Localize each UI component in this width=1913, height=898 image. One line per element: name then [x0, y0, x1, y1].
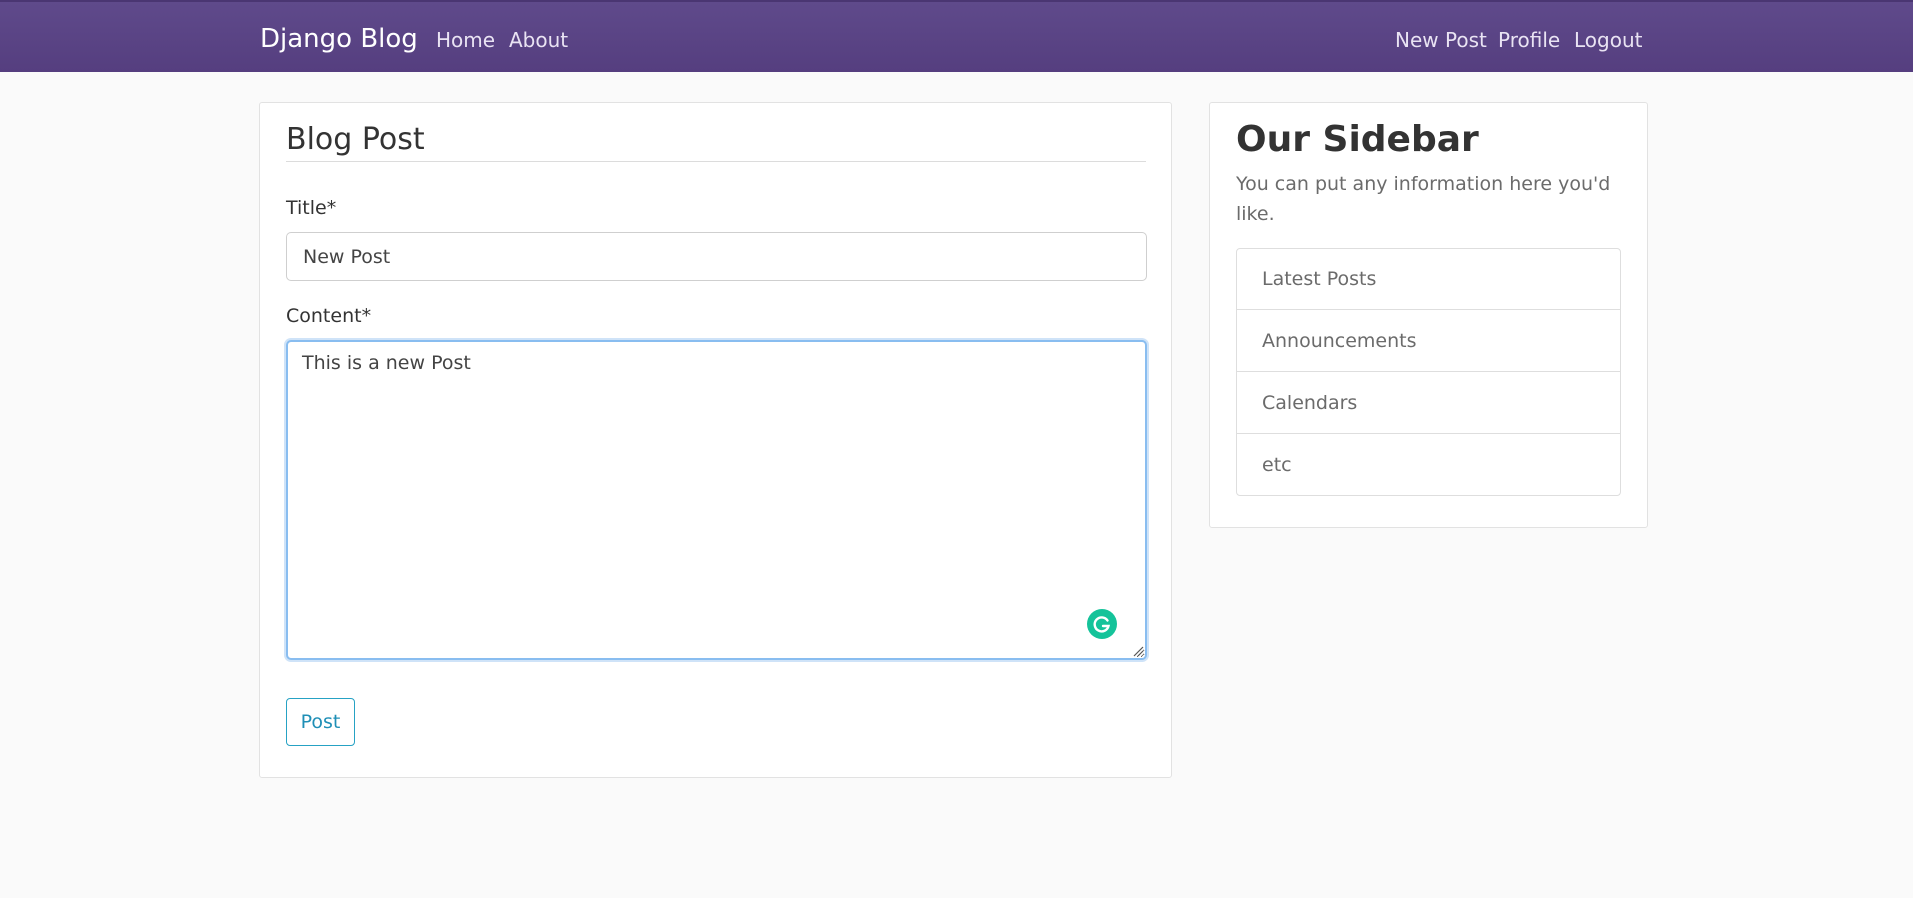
resize-handle-icon[interactable]: [1132, 645, 1144, 657]
legend-divider: [286, 161, 1146, 162]
navbar: Django Blog Home About New Post Profile …: [0, 0, 1913, 72]
sidebar-card: Our Sidebar You can put any information …: [1209, 102, 1648, 528]
form-legend: Blog Post: [286, 122, 425, 157]
post-form-card: Blog Post Title* Content* This is a new …: [259, 102, 1172, 778]
sidebar-description: You can put any information here you'd l…: [1236, 173, 1611, 225]
nav-link-profile[interactable]: Profile: [1498, 26, 1560, 54]
title-input[interactable]: [286, 232, 1147, 281]
content-label: Content*: [286, 305, 372, 327]
nav-link-home[interactable]: Home: [436, 26, 495, 54]
content-textarea[interactable]: This is a new Post: [286, 340, 1147, 660]
sidebar-item-announcements[interactable]: Announcements: [1237, 311, 1620, 372]
title-label: Title*: [286, 197, 337, 219]
sidebar-item-etc[interactable]: etc: [1237, 435, 1620, 496]
sidebar-item-calendars[interactable]: Calendars: [1237, 373, 1620, 434]
nav-link-about[interactable]: About: [509, 26, 568, 54]
grammarly-icon[interactable]: [1087, 609, 1117, 639]
sidebar-item-latest-posts[interactable]: Latest Posts: [1237, 249, 1620, 310]
brand-link[interactable]: Django Blog: [260, 22, 418, 56]
sidebar-title: Our Sidebar: [1236, 119, 1479, 160]
nav-link-new-post[interactable]: New Post: [1395, 26, 1487, 54]
post-button[interactable]: Post: [286, 698, 355, 746]
nav-link-logout[interactable]: Logout: [1574, 26, 1642, 54]
sidebar-list: Latest Posts Announcements Calendars etc: [1236, 248, 1621, 496]
